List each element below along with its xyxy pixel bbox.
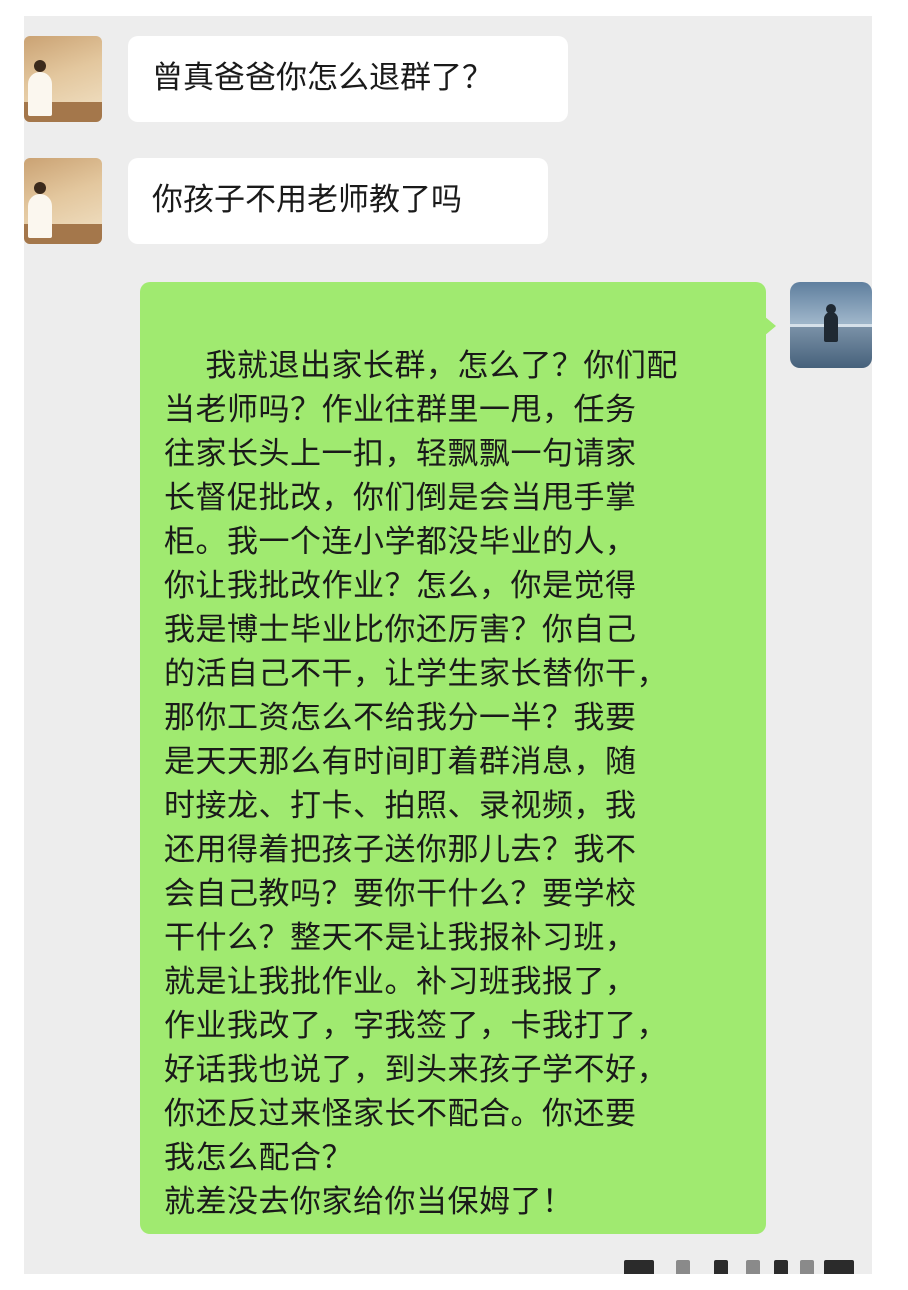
avatar-art (34, 60, 46, 72)
watermark-mark (774, 1260, 788, 1274)
contact-avatar-icon[interactable] (24, 36, 102, 122)
avatar-art (28, 72, 52, 116)
watermark-mark (624, 1260, 654, 1274)
avatar-art (34, 182, 46, 194)
contact-avatar-icon[interactable] (24, 158, 102, 244)
avatar-art (28, 194, 52, 238)
watermark-mark (714, 1260, 728, 1274)
incoming-message-bubble[interactable]: 你孩子不用老师教了吗 (128, 158, 548, 244)
chat-window: 曾真爸爸你怎么退群了？ 你孩子不用老师教了吗 我就退出家长群，怎么了？你们配 当… (24, 16, 872, 1274)
message-text: 我就退出家长群，怎么了？你们配 当老师吗？作业往群里一甩，任务 往家长头上一扣，… (164, 348, 678, 1220)
bubble-tail (764, 316, 776, 336)
watermark-mark (824, 1260, 854, 1274)
incoming-message-bubble[interactable]: 曾真爸爸你怎么退群了？ (128, 36, 568, 122)
watermark-mark (800, 1260, 814, 1274)
watermark-mark (746, 1260, 760, 1274)
message-text: 你孩子不用老师教了吗 (152, 182, 462, 218)
self-avatar-icon[interactable] (790, 282, 872, 368)
outgoing-message-bubble[interactable]: 我就退出家长群，怎么了？你们配 当老师吗？作业往群里一甩，任务 往家长头上一扣，… (140, 282, 766, 1234)
avatar-art (826, 304, 836, 314)
message-text: 曾真爸爸你怎么退群了？ (152, 60, 493, 96)
avatar-art (824, 312, 838, 342)
watermark-mark (676, 1260, 690, 1274)
